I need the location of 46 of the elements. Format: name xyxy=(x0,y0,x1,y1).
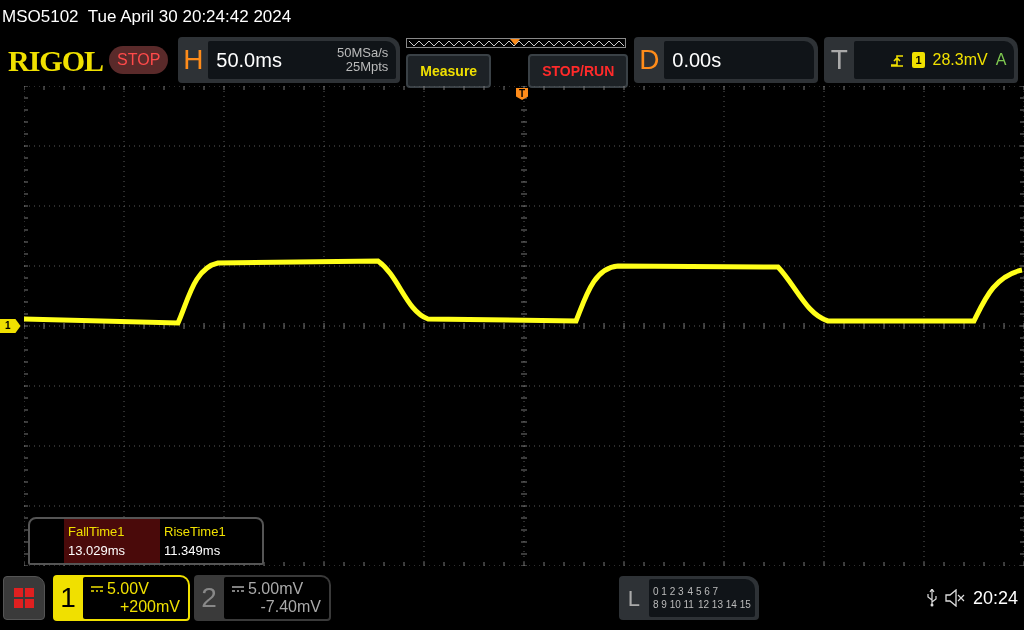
trigger-mode: A xyxy=(995,50,1007,70)
channel-number: 2 xyxy=(200,581,218,615)
horizontal-letter: H xyxy=(182,43,205,77)
measure-button[interactable]: Measure xyxy=(406,54,492,88)
trigger-source-badge: 1 xyxy=(912,51,925,69)
delay-panel[interactable]: D 0.00s xyxy=(634,37,819,83)
channel-panel[interactable]: 2 5.00mV -7.40mV xyxy=(194,575,331,621)
logic-panel[interactable]: L 0 1 2 3 4 5 6 7 8 9 10 11 12 13 14 15 xyxy=(618,576,759,620)
channel-offset: +200mV xyxy=(118,598,180,616)
run-state-indicator: STOP xyxy=(109,46,169,74)
trigger-letter: T xyxy=(829,43,849,77)
measurement-value: 13.029ms xyxy=(68,542,127,560)
timebase-value: 50.0ms xyxy=(216,48,282,73)
measurement-value: 11.349ms xyxy=(164,542,222,560)
brand-logo: RIGOL xyxy=(8,42,104,79)
measurement-label: FallTime1 xyxy=(68,522,126,541)
logic-channel-numbers: 12 13 14 15 xyxy=(697,598,751,611)
stop-run-button[interactable]: STOP/RUN xyxy=(528,54,629,88)
channel-panel[interactable]: 1 5.00V +200mV xyxy=(53,575,190,621)
memory-depth: 25Mpts xyxy=(344,60,389,74)
speaker-muted-icon xyxy=(944,589,965,607)
rising-edge-icon xyxy=(890,53,905,67)
channel-number: 1 xyxy=(59,581,77,615)
sample-rate: 50MSa/s xyxy=(337,46,389,60)
horizontal-panel[interactable]: H 50.0ms 50MSa/s 25Mpts xyxy=(178,37,401,83)
trigger-level: 28.3mV xyxy=(932,50,988,70)
menu-icon xyxy=(14,588,34,608)
delay-letter: D xyxy=(638,43,661,77)
channel-scale: 5.00V xyxy=(107,580,149,598)
measurement-label: RiseTime1 xyxy=(164,522,227,541)
logic-channel-numbers: 8 9 10 11 xyxy=(652,598,694,611)
logic-channel-numbers: 4 5 6 7 xyxy=(687,585,719,598)
trigger-panel[interactable]: T 1 28.3mV A xyxy=(824,37,1019,83)
channel-ground-marker: 1 xyxy=(0,319,21,333)
delay-value: 0.00s xyxy=(672,48,722,73)
trigger-position-marker: T xyxy=(516,88,529,100)
status-text: MSO5102 Tue April 30 20:24:42 2024 xyxy=(1,6,293,28)
logic-letter: L xyxy=(626,584,642,613)
logic-channel-numbers: 0 1 2 3 xyxy=(652,585,684,598)
dc-coupling-icon xyxy=(232,586,244,592)
channel-offset: -7.40mV xyxy=(259,598,321,616)
channel-scale: 5.00mV xyxy=(248,580,304,598)
main-menu-button[interactable] xyxy=(3,576,45,620)
usb-icon xyxy=(926,589,937,607)
clock-time: 20:24 xyxy=(972,586,1018,610)
dc-coupling-icon xyxy=(91,586,103,592)
